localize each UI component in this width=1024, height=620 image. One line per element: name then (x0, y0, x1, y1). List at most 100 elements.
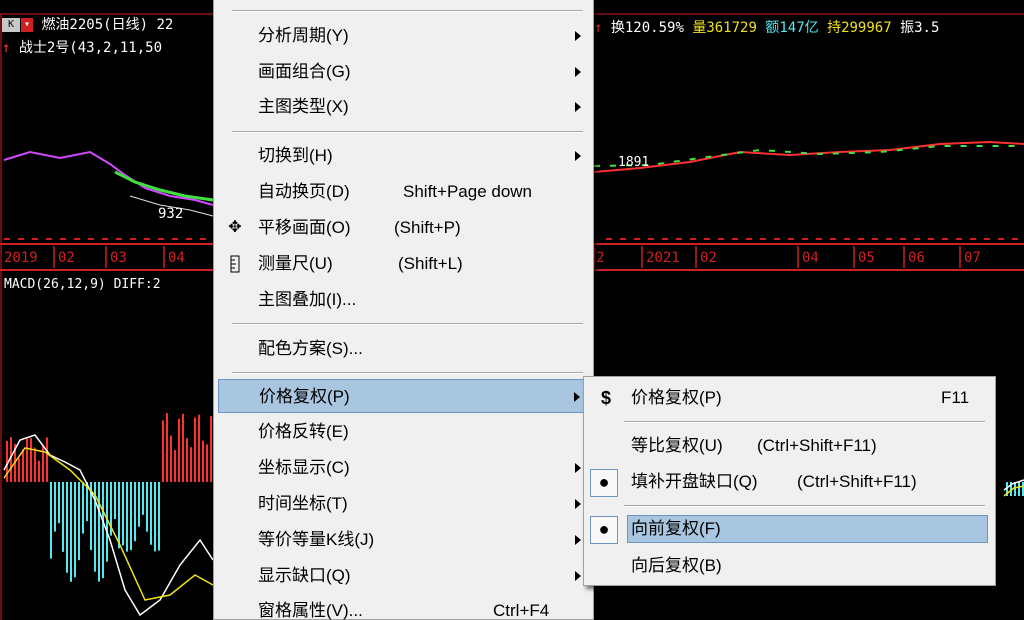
macd-bar (154, 482, 156, 552)
axis-dash (4, 238, 10, 240)
dollar-icon: $ (600, 388, 611, 408)
ma-line-green (114, 170, 214, 202)
menu-item-color-scheme[interactable]: 配色方案(S)... (218, 332, 589, 366)
axis-dash (914, 238, 920, 240)
macd-bar (166, 413, 168, 482)
menu-item-label: 向后复权(B) (631, 556, 722, 575)
menu-item-ruler[interactable]: 测量尺(U) (Shift+L) (218, 247, 589, 281)
macd-bar (194, 417, 196, 482)
hold-value: 持299967 (827, 20, 892, 36)
menu-item-analysis-period[interactable]: 分析周期(Y) (218, 19, 589, 53)
axis-label: 04 (168, 250, 185, 266)
axis-dash (676, 238, 682, 240)
axis-dash (46, 238, 52, 240)
menu-item-price-adjust[interactable]: 价格复权(P) (218, 379, 589, 413)
macd-bar (30, 438, 32, 482)
symbol-name: 燃油2205(日线) (41, 17, 149, 33)
macd-bar (62, 482, 64, 552)
axis-dash (802, 238, 808, 240)
menu-item-time-axis[interactable]: 时间坐标(T) (218, 487, 589, 521)
axis-dash (984, 238, 990, 240)
macd-bar (186, 438, 188, 482)
menu-item-label: 向前复权(F) (631, 519, 721, 538)
submenu-arrow-icon (575, 67, 581, 77)
menu-item-equal-kline[interactable]: 等价等量K线(J) (218, 523, 589, 557)
macd-bar (26, 438, 28, 482)
menu-separator (232, 323, 583, 325)
menu-item-label: 自动换页(D) (258, 182, 350, 201)
submenu-item-backward-adjust[interactable]: 向后复权(B) (587, 549, 992, 583)
menu-item-label: 价格反转(E) (258, 422, 349, 441)
macd-bar (18, 458, 20, 482)
submenu-item-proportional-adjust[interactable]: 等比复权(U) (Ctrl+Shift+F11) (587, 429, 992, 463)
turnover-value: 换120.59% (610, 20, 684, 36)
menu-item-shortcut: (Ctrl+Shift+F11) (797, 472, 917, 491)
axis-dash (886, 238, 892, 240)
axis-label: 05 (858, 250, 875, 266)
k-line-button[interactable]: K (2, 18, 20, 32)
menu-item-label: 等比复权(U) (631, 436, 723, 455)
axis-label: 02 (700, 250, 717, 266)
menu-item-label: 测量尺(U) (258, 254, 333, 273)
menu-item-label: 分析周期(Y) (258, 26, 349, 45)
axis-dash (970, 238, 976, 240)
axis-dash (186, 238, 192, 240)
axis-dash (130, 238, 136, 240)
axis-dash (718, 238, 724, 240)
axis-label: 02 (58, 250, 75, 266)
menu-item-price-invert[interactable]: 价格反转(E) (218, 415, 589, 449)
amplitude-value: 振3.5 (900, 20, 940, 36)
macd-bar (1018, 482, 1020, 496)
macd-bar (158, 482, 160, 551)
macd-bar (34, 447, 36, 482)
axis-dash (690, 238, 696, 240)
macd-bar (66, 482, 68, 573)
menu-item-label: 显示缺口(Q) (258, 566, 351, 585)
macd-bar (1014, 482, 1016, 496)
macd-label: MACD(26,12,9) DIFF:2 (4, 277, 161, 292)
menu-item-main-chart-type[interactable]: 主图类型(X) (218, 90, 589, 124)
axis-dash (816, 238, 822, 240)
menu-item-label: 等价等量K线(J) (258, 530, 375, 549)
menu-item-auto-page[interactable]: 自动换页(D) Shift+Page down (218, 175, 589, 209)
menu-item-shortcut: (Shift+P) (394, 218, 461, 237)
k-dropdown-icon[interactable]: ▾ (21, 18, 33, 32)
macd-bar (146, 482, 148, 532)
price-label: 1891 (618, 155, 650, 170)
macd-bar (114, 482, 116, 520)
macd-bar (178, 418, 180, 482)
submenu-arrow-icon (575, 499, 581, 509)
macd-bar (202, 440, 204, 482)
axis-dash (830, 238, 836, 240)
menu-item-layout-combo[interactable]: 画面组合(G) (218, 55, 589, 89)
macd-bar (22, 449, 24, 482)
menu-item-switch-to[interactable]: 切换到(H) (218, 139, 589, 173)
menu-item-overlay[interactable]: 主图叠加(I)... (218, 283, 589, 317)
menu-item-coord-display[interactable]: 坐标显示(C) (218, 451, 589, 485)
menu-item-pane-properties[interactable]: 窗格属性(V)... Ctrl+F4 (218, 594, 589, 620)
menu-item-pan-view[interactable]: ✥ 平移画面(O) (Shift+P) (218, 211, 589, 245)
submenu-item-fill-open-gap[interactable]: ● 填补开盘缺口(Q) (Ctrl+Shift+F11) (587, 465, 992, 499)
menu-item-shortcut: (Shift+L) (398, 254, 463, 273)
macd-bar (198, 414, 200, 482)
macd-bar (150, 482, 152, 545)
low-price-label: 932 (158, 206, 184, 222)
axis-label: 2019 (4, 250, 38, 266)
axis-dash (900, 238, 906, 240)
menu-item-show-gaps[interactable]: 显示缺口(Q) (218, 559, 589, 593)
submenu-item-price-adjust[interactable]: $ 价格复权(P) F11 (587, 381, 992, 415)
check-bullet-icon: ● (590, 469, 618, 497)
axis-dash (942, 238, 948, 240)
submenu-item-forward-adjust[interactable]: ● 向前复权(F) (587, 512, 992, 546)
move-icon: ✥ (228, 219, 242, 236)
axis-dash (732, 238, 738, 240)
axis-dash (998, 238, 1004, 240)
menu-separator (232, 131, 583, 133)
axis-dash (88, 238, 94, 240)
context-menu: 分析周期(Y) 画面组合(G) 主图类型(X) 切换到(H) 自动换页(D) S… (213, 0, 594, 620)
axis-label: 2021 (646, 250, 680, 266)
macd-bar (174, 449, 176, 482)
menu-item-shortcut: Ctrl+F4 (493, 601, 550, 620)
check-bullet-icon: ● (590, 516, 618, 544)
menu-item-shortcut: F11 (941, 388, 970, 407)
